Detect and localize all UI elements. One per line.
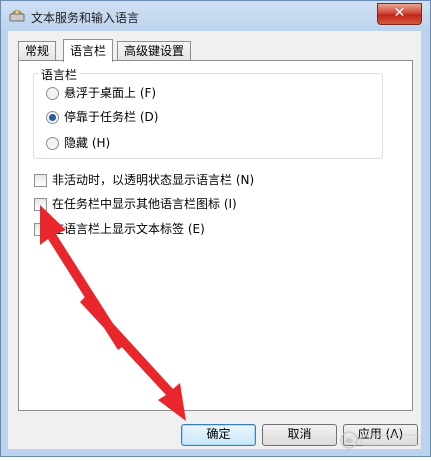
radio-indicator[interactable] [46, 137, 59, 150]
radio-label: 停靠于任务栏 (D) [64, 110, 159, 124]
baidu-jingyan-watermark-icon [340, 431, 422, 449]
checkbox-label: 在任务栏中显示其他语言栏图标 (I) [52, 197, 237, 211]
keyboard-app-icon [9, 9, 25, 22]
tab-panel-language-bar: 语言栏 悬浮于桌面上 (F) 停靠于任务栏 (D) 隐藏 (H) 非活动时，以透… [18, 60, 413, 411]
radio-indicator-selected[interactable] [46, 111, 59, 124]
window-title: 文本服务和输入语言 [31, 11, 140, 25]
close-button[interactable]: ✕ [377, 3, 422, 25]
checkbox-box[interactable] [34, 198, 47, 211]
group-legend: 语言栏 [38, 66, 81, 83]
checkbox-label: 非活动时，以透明状态显示语言栏 (N) [52, 173, 255, 187]
cancel-button[interactable]: 取消 [262, 424, 337, 446]
tab-language-bar[interactable]: 语言栏 [63, 39, 114, 62]
ok-button[interactable]: 确定 [181, 424, 256, 446]
checkbox-box[interactable] [34, 223, 47, 236]
title-bar[interactable]: 文本服务和输入语言 ✕ [1, 1, 430, 33]
dialog-window: 文本服务和输入语言 ✕ 常规 语言栏 高级键设置 语言栏 悬浮于桌面上 (F) … [0, 0, 431, 457]
checkbox-box[interactable] [34, 174, 47, 187]
tab-general[interactable]: 常规 [18, 41, 57, 61]
checkbox-label: 在语言栏上显示文本标签 (E) [52, 222, 205, 236]
watermark-logo [337, 429, 429, 455]
radio-indicator[interactable] [46, 87, 59, 100]
close-icon: ✕ [393, 5, 406, 21]
radio-label: 隐藏 (H) [64, 136, 111, 150]
radio-label: 悬浮于桌面上 (F) [64, 86, 157, 100]
dialog-client-area: 常规 语言栏 高级键设置 语言栏 悬浮于桌面上 (F) 停靠于任务栏 (D) 隐… [8, 31, 421, 449]
language-bar-groupbox: 语言栏 悬浮于桌面上 (F) 停靠于任务栏 (D) 隐藏 (H) [33, 66, 383, 159]
tab-advanced-key-settings[interactable]: 高级键设置 [117, 41, 192, 61]
